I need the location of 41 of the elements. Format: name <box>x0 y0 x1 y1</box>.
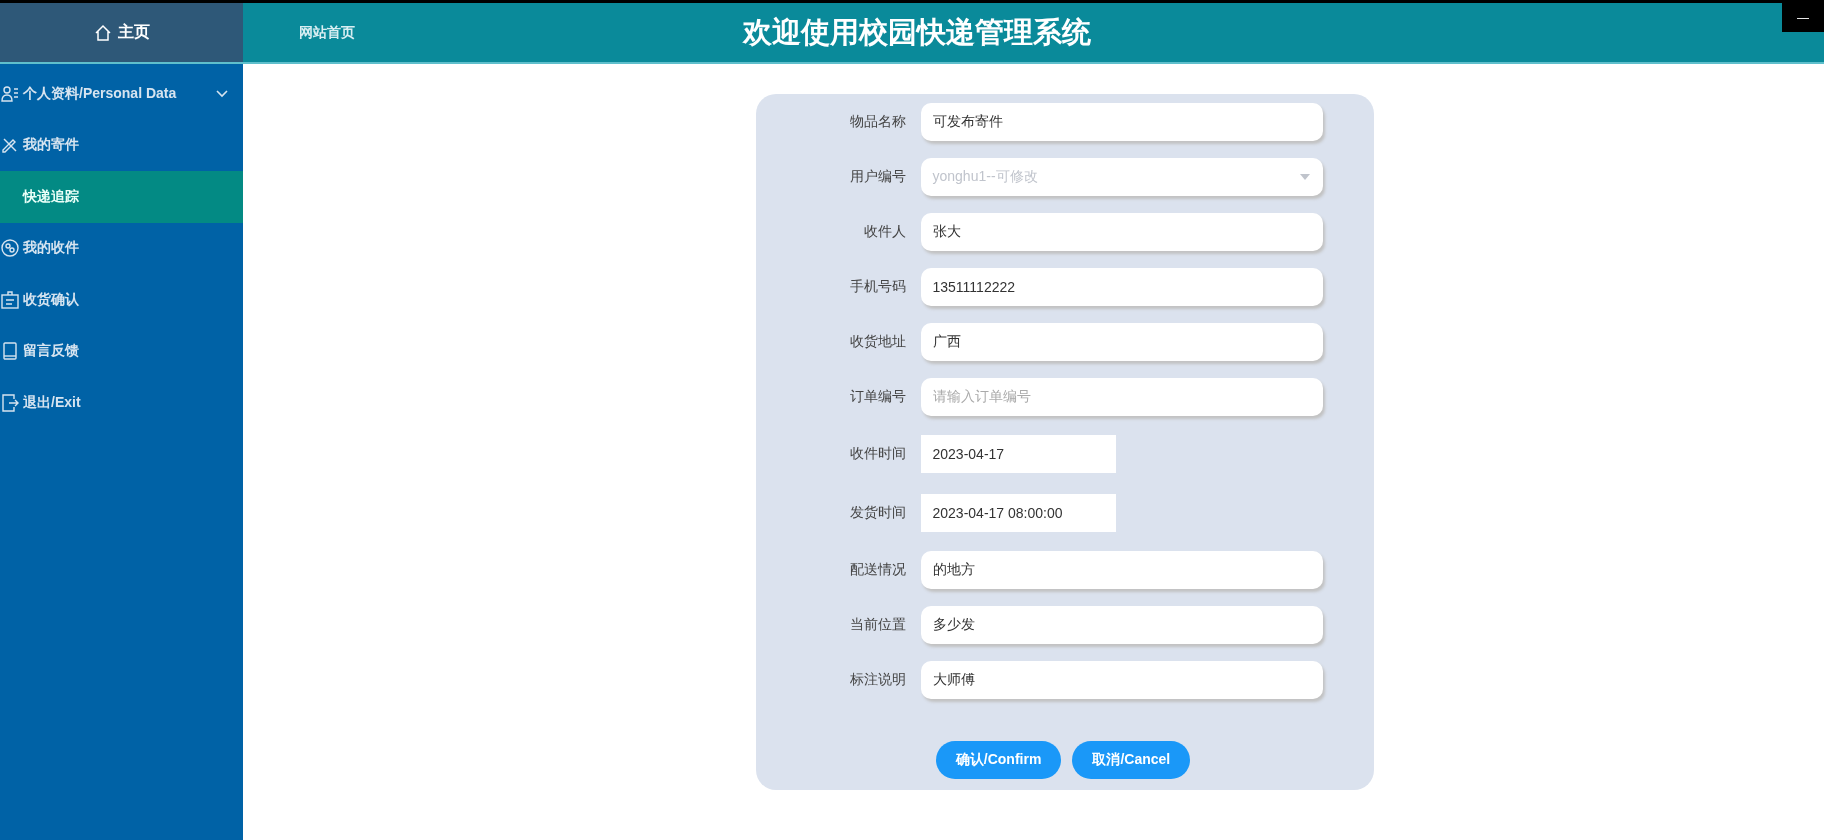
date-input-field[interactable]: 2023-04-17 08:00:00 <box>920 493 1116 532</box>
sidebar-item[interactable]: 留言反馈 <box>0 325 243 377</box>
home-link[interactable]: 主页 <box>0 3 243 62</box>
circle-pattern-icon <box>0 238 20 259</box>
page-title: 欢迎使用校园快递管理系统 <box>743 15 1091 50</box>
book-icon <box>0 341 20 362</box>
field-label: 当前位置 <box>848 615 907 634</box>
text-input-field[interactable]: 张大 <box>920 212 1323 251</box>
text-input-field[interactable]: 的地方 <box>920 550 1323 589</box>
user-list-icon <box>0 83 20 104</box>
cancel-button[interactable]: 取消/Cancel <box>1072 741 1191 779</box>
field-label: 配送情况 <box>848 560 907 579</box>
chevron-down-icon <box>215 88 229 99</box>
field-label: 收件人 <box>862 222 907 241</box>
sidebar-item[interactable]: 我的收件 <box>0 222 243 274</box>
clipboard-icon <box>0 289 20 310</box>
sidebar-item[interactable]: 收货确认 <box>0 274 243 326</box>
field-label: 手机号码 <box>848 277 907 296</box>
sidebar-item[interactable]: 我的寄件 <box>0 119 243 171</box>
minimize-button[interactable]: — <box>1782 3 1824 32</box>
field-label: 收件时间 <box>848 444 907 463</box>
confirm-button[interactable]: 确认/Confirm <box>935 741 1062 779</box>
exit-icon <box>0 392 20 413</box>
field-label: 订单编号 <box>848 387 907 406</box>
sidebar-item[interactable]: 快递追踪 <box>0 171 243 223</box>
text-input-field[interactable]: 大师傅 <box>920 660 1323 699</box>
field-label: 物品名称 <box>848 112 907 131</box>
field-label: 标注说明 <box>848 670 907 689</box>
date-input-field[interactable]: 2023-04-17 <box>920 434 1116 473</box>
field-label: 收货地址 <box>848 332 907 351</box>
field-label: 用户编号 <box>848 167 907 186</box>
dropdown-caret-icon <box>1298 172 1311 181</box>
home-icon <box>93 23 112 42</box>
text-input-field[interactable]: 可发布寄件 <box>920 102 1323 141</box>
sidebar-item[interactable]: 个人资料/Personal Data <box>0 68 243 120</box>
text-input-field[interactable]: 多少发 <box>920 605 1323 644</box>
text-input-field[interactable]: 13511112222 <box>920 267 1323 306</box>
text-input-field[interactable]: 广西 <box>920 322 1323 361</box>
sidebar-item[interactable]: 退出/Exit <box>0 377 243 429</box>
field-label: 发货时间 <box>848 503 907 522</box>
nav-link[interactable]: 网站首页 <box>299 23 355 42</box>
